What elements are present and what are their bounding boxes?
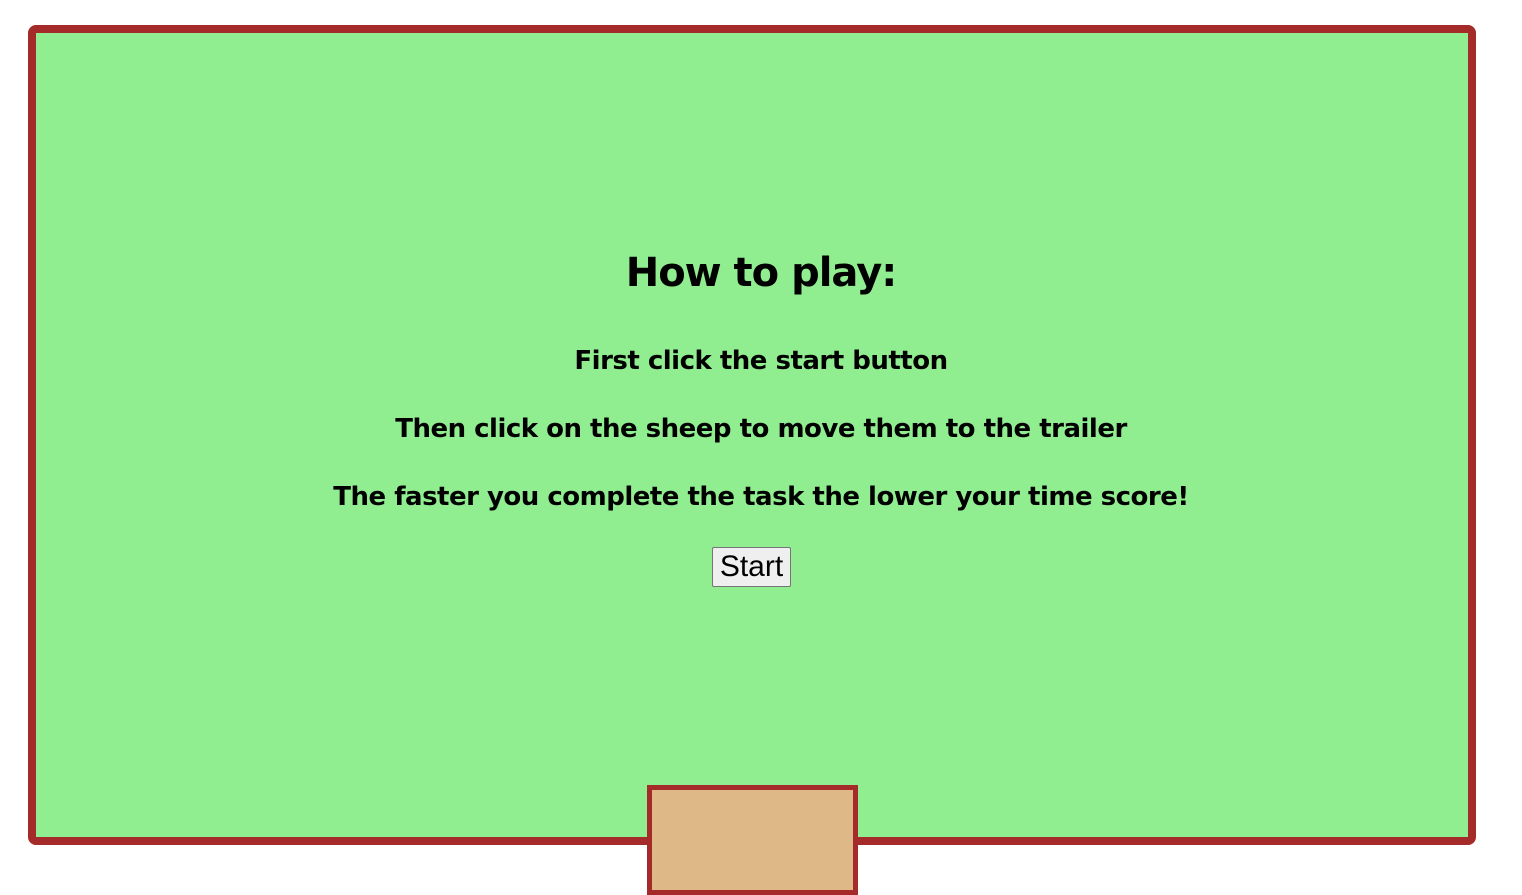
instruction-step-2: Then click on the sheep to move them to … (395, 414, 1127, 444)
instruction-step-1: First click the start button (574, 346, 948, 376)
instructions-title: How to play: (625, 250, 898, 296)
start-button[interactable]: Start (712, 547, 791, 587)
sheep-trailer (647, 785, 858, 895)
instruction-step-3: The faster you complete the task the low… (333, 482, 1189, 512)
